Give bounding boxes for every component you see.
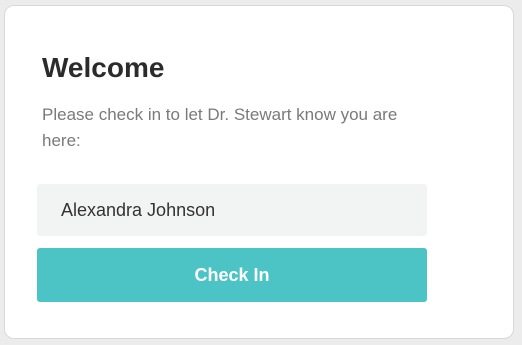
checkin-instructions: Please check in to let Dr. Stewart know … <box>42 105 398 150</box>
welcome-title: Welcome <box>42 52 165 83</box>
checkin-card: Welcome Please check in to let Dr. Stewa… <box>4 5 514 339</box>
check-in-button[interactable]: Check In <box>37 248 427 302</box>
patient-name-input[interactable] <box>37 184 427 236</box>
